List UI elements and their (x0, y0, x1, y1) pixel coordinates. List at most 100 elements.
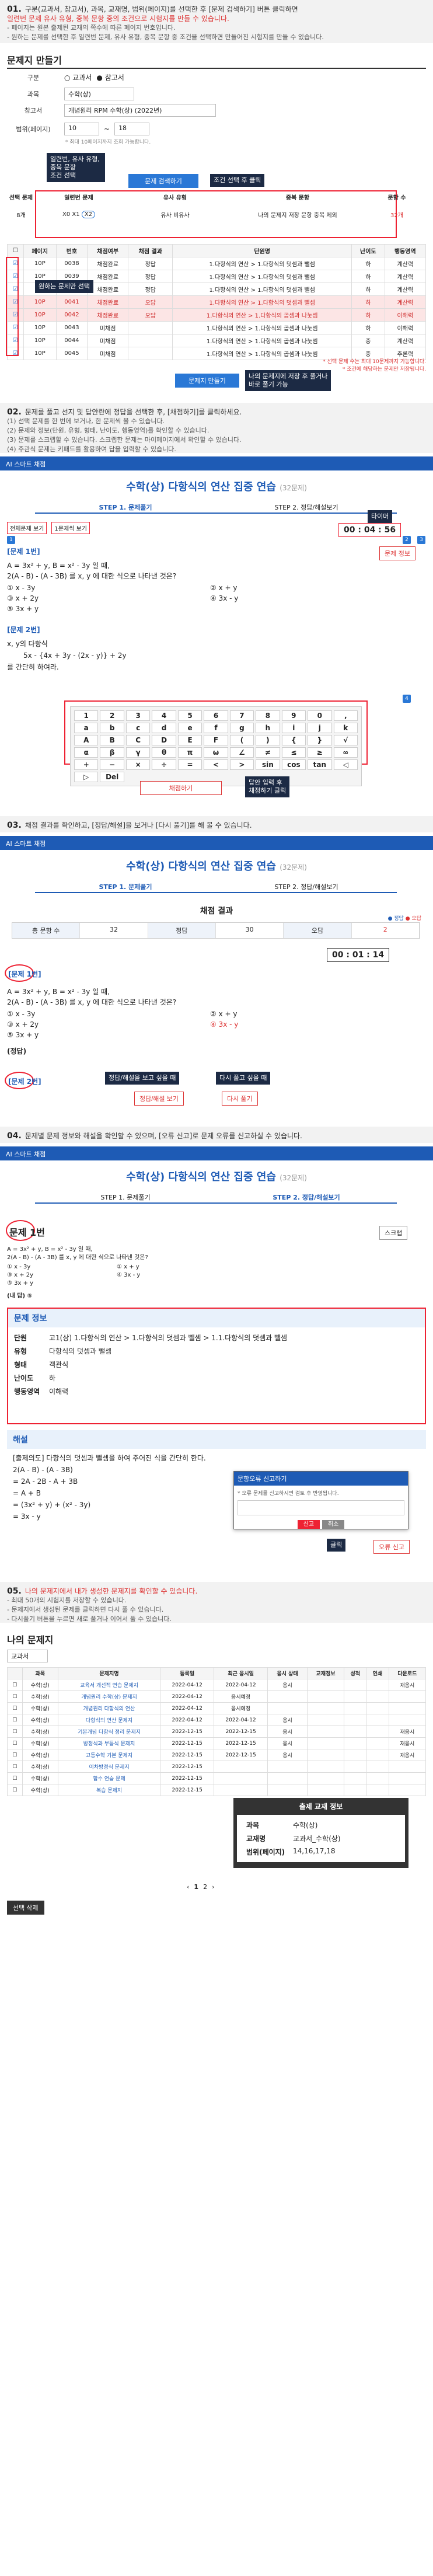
keypad-key[interactable]: 0 (308, 710, 332, 721)
keypad-key[interactable]: h (256, 723, 280, 733)
popup-ok-button[interactable]: 신고 (297, 1520, 320, 1529)
filter-select[interactable]: 교과서 (7, 1650, 48, 1662)
table-row[interactable]: ☐ 수학(상) 이차방정식 문제지 2022-12-15 (7, 1761, 427, 1773)
table-row[interactable]: ☑ 10P 0042 채점완료 오답 1.다항식의 연산 > 1.다항식의 곱셈과 나눗셈… (7, 308, 426, 322)
row-checkbox[interactable]: ☐ (7, 1749, 23, 1761)
test-name-link[interactable]: 함수 연습 문제 (57, 1772, 161, 1784)
keypad-key[interactable]: F (204, 735, 228, 745)
test-name-link[interactable]: 복습 문제지 (57, 1784, 161, 1796)
test-name-link[interactable]: 기본개념 다항식 정리 문제지 (57, 1726, 161, 1738)
keypad-key[interactable]: 2 (100, 710, 124, 721)
radio-reference[interactable]: ● 참고서 (96, 72, 124, 82)
table-row[interactable]: ☐ 수학(상) 기본개념 다항식 정리 문제지 2022-12-15 2022-12-1… (7, 1726, 427, 1738)
keypad-key[interactable]: d (152, 723, 176, 733)
keypad-key[interactable]: tan (308, 759, 332, 770)
search-button[interactable]: 문제 검색하기 (128, 174, 198, 188)
page-2[interactable]: 2 (203, 1883, 207, 1891)
keypad-key[interactable]: − (100, 759, 124, 770)
table-row[interactable]: ☐ 수학(상) 교육서 개선적 연습 문제지 2022-04-12 2022-04-12… (7, 1679, 427, 1691)
keypad-key[interactable]: a (74, 723, 99, 733)
keypad-key[interactable]: ∞ (333, 747, 358, 758)
keypad-key[interactable]: b (100, 723, 124, 733)
table-row[interactable]: ☑ 10P 0043 미채점 1.다항식의 연산 > 1.다항식의 곱셈과 나눗셈 하 이해… (7, 321, 426, 334)
opt[interactable]: X1 (72, 211, 79, 218)
tab-step1[interactable]: STEP 1. 문제풀기 (35, 879, 216, 892)
keypad-key[interactable]: 3 (125, 710, 151, 721)
opt[interactable]: 비유사 (173, 212, 190, 219)
table-cell[interactable]: 재응시 (388, 1749, 427, 1761)
table-cell[interactable] (388, 1702, 427, 1714)
keypad-key[interactable]: 6 (204, 710, 228, 721)
keypad-key[interactable]: 4 (152, 710, 176, 721)
page-1[interactable]: 1 (194, 1883, 198, 1891)
keypad-key[interactable]: ▷ (74, 772, 99, 782)
keypad-key[interactable]: ÷ (152, 759, 176, 770)
keypad-key[interactable]: ≥ (308, 747, 332, 758)
keypad-key[interactable]: , (333, 710, 358, 721)
keypad-key[interactable]: C (125, 735, 151, 745)
choice[interactable]: ⑤ 3x + y (7, 604, 39, 614)
table-row[interactable]: ☑ 10P 0038 채점완료 정답 1.다항식의 연산 > 1.다항식의 덧셈과 뺄셈 하… (7, 257, 426, 270)
table-row[interactable]: ☐ 수학(상) 함수 연습 문제 2022-12-15 (7, 1772, 427, 1784)
filter-dup[interactable]: 나의 문제지 저장 문항 중복 제외 (228, 210, 368, 219)
choice[interactable]: ③ x + 2y (7, 593, 39, 604)
row-checkbox[interactable]: ☐ (7, 1784, 23, 1796)
choice[interactable]: ① x - 3y (7, 583, 35, 593)
table-row[interactable]: ☐ 수학(상) 복습 문제지 2022-12-15 (7, 1784, 427, 1796)
keypad-key[interactable]: 1 (74, 710, 99, 721)
keypad-key[interactable]: j (308, 723, 332, 733)
prev-page[interactable]: ‹ (187, 1883, 189, 1891)
keypad-key[interactable]: } (308, 735, 332, 745)
tab-step2[interactable]: STEP 2. 정답/해설보기 (216, 1190, 397, 1202)
keypad-key[interactable]: ≠ (256, 747, 280, 758)
make-test-button[interactable]: 문제지 만들기 (175, 374, 239, 388)
test-name-link[interactable]: 다항식의 연산 문제지 (57, 1714, 161, 1726)
keypad-key[interactable]: + (74, 759, 99, 770)
delete-button[interactable]: 선택 삭제 (7, 1901, 44, 1915)
subject-select[interactable]: 수학(상) (64, 88, 134, 100)
table-cell[interactable]: 재응시 (388, 1737, 427, 1749)
keypad-key[interactable]: × (125, 759, 151, 770)
grade-button[interactable]: 채점하기 (140, 781, 222, 795)
keypad-key[interactable]: π (177, 747, 202, 758)
table-row[interactable]: ☑ 10P 0041 채점완료 오답 1.다항식의 연산 > 1.다항식의 덧셈과 뺄셈 하… (7, 295, 426, 309)
tab-step1[interactable]: STEP 1. 문제풀기 (35, 1190, 216, 1202)
table-row[interactable]: ☐ 수학(상) 개념원리 수학(상) 문제지 2022-04-12 응시예정 (7, 1690, 427, 1703)
keypad-key[interactable]: ω (204, 747, 228, 758)
keypad-key[interactable]: B (100, 735, 124, 745)
info-button[interactable]: 문제 정보 (379, 546, 415, 560)
test-name-link[interactable]: 이차방정식 문제지 (57, 1761, 161, 1773)
keypad-key[interactable]: α (74, 747, 99, 758)
toggle-one[interactable]: 1문제씩 보기 (51, 522, 90, 534)
keypad-key[interactable]: β (100, 747, 124, 758)
row-checkbox[interactable]: ☐ (7, 1737, 23, 1749)
report-textarea[interactable] (238, 1500, 404, 1515)
keypad-key[interactable]: f (204, 723, 228, 733)
popup-cancel-button[interactable]: 취소 (322, 1520, 345, 1529)
test-name-link[interactable]: 교육서 개선적 연습 문제지 (57, 1679, 161, 1691)
table-cell[interactable] (388, 1690, 427, 1703)
opt[interactable]: 제외 (326, 212, 337, 219)
opt[interactable]: 유사 (160, 212, 171, 219)
test-name-link[interactable]: 개념원리 다항식의 연산 (57, 1702, 161, 1714)
row-checkbox[interactable]: ☐ (7, 1679, 23, 1691)
row-checkbox[interactable]: ☐ (7, 1761, 23, 1773)
keypad-key[interactable]: i (281, 723, 306, 733)
table-row[interactable]: ☐ 수학(상) 다항식의 연산 문제지 2022-04-12 2022-04-12 응시 (7, 1714, 427, 1726)
keypad-key[interactable]: g (229, 723, 254, 733)
table-row[interactable]: ☑ 10P 0044 미채점 1.다항식의 연산 > 1.다항식의 곱셈과 나눗셈 중 계산… (7, 334, 426, 347)
keypad-key[interactable]: A (74, 735, 99, 745)
test-name-link[interactable]: 개념원리 수학(상) 문제지 (57, 1690, 161, 1703)
test-name-link[interactable]: 고등수학 기본 문제지 (57, 1749, 161, 1761)
keypad-key[interactable]: 7 (229, 710, 254, 721)
test-name-link[interactable]: 방정식과 부등식 문제지 (57, 1737, 161, 1749)
keypad-key[interactable]: { (281, 735, 306, 745)
opt[interactable]: X0 (62, 211, 70, 218)
keypad-key[interactable]: c (125, 723, 151, 733)
keypad-key[interactable]: ( (229, 735, 254, 745)
retry-button[interactable]: 다시 풀기 (222, 1092, 258, 1106)
report-button[interactable]: 오류 신고 (373, 1540, 410, 1554)
row-checkbox[interactable]: ☐ (7, 1690, 23, 1703)
keypad-key[interactable]: √ (333, 735, 358, 745)
keypad-key[interactable]: Del (100, 772, 124, 782)
